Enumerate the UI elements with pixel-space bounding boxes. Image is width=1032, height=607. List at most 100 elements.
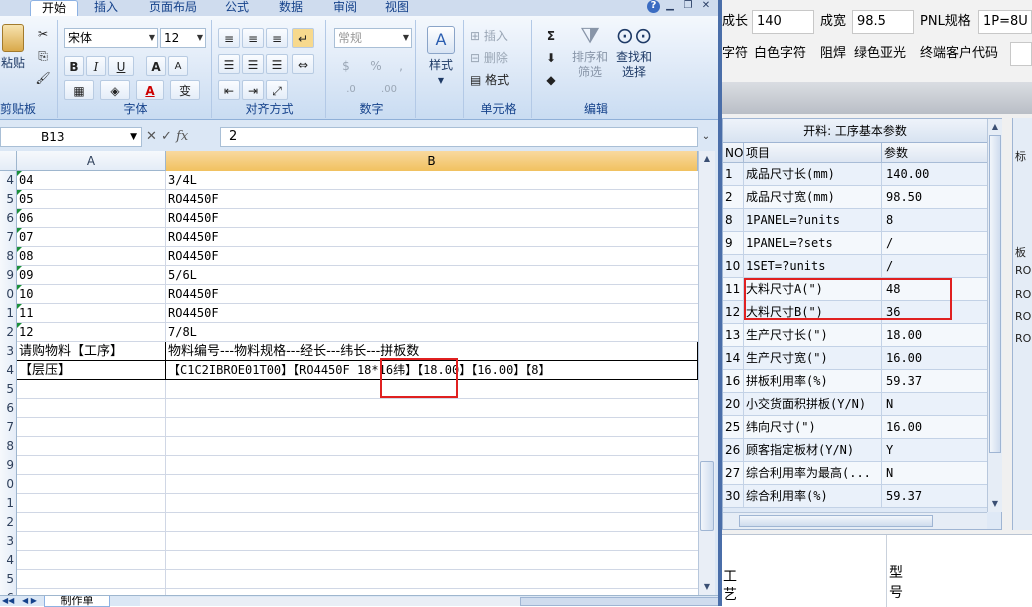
- row-header[interactable]: 5: [0, 380, 17, 399]
- scrollbar-thumb[interactable]: [989, 135, 1001, 453]
- cell-a[interactable]: [17, 532, 166, 551]
- fill-icon[interactable]: ⬇: [538, 48, 564, 68]
- find-select-button[interactable]: ⊙⊙ 查找和选择: [614, 24, 654, 80]
- legend-value[interactable]: 白色字符: [754, 44, 806, 64]
- cell-a[interactable]: [17, 399, 166, 418]
- cell-b[interactable]: [166, 456, 698, 475]
- copy-icon[interactable]: ⎘: [34, 46, 52, 66]
- param-row[interactable]: 14 生产尺寸宽(") 16.00: [723, 347, 987, 370]
- param-value[interactable]: /: [881, 232, 987, 255]
- panel-vertical-scrollbar[interactable]: ▲ ▼: [987, 119, 1002, 512]
- param-row[interactable]: 27 综合利用率为最高(... N: [723, 462, 987, 485]
- param-row[interactable]: 26 顾客指定板材(Y/N) Y: [723, 439, 987, 462]
- cell-a[interactable]: 08: [17, 247, 166, 266]
- font-color-button[interactable]: A: [136, 80, 164, 100]
- cell-a[interactable]: 04: [17, 171, 166, 190]
- param-value[interactable]: N: [881, 393, 987, 416]
- horizontal-scrollbar[interactable]: [140, 597, 750, 606]
- cell-b[interactable]: [166, 399, 698, 418]
- align-left-icon[interactable]: ☰: [218, 54, 240, 74]
- row-header[interactable]: 7: [0, 228, 17, 247]
- wrap-text-icon[interactable]: ↵: [292, 28, 314, 48]
- currency-icon[interactable]: $: [334, 56, 358, 76]
- param-value[interactable]: 140.00: [881, 163, 987, 186]
- help-icon[interactable]: ?: [647, 0, 660, 13]
- cell-a[interactable]: 07: [17, 228, 166, 247]
- customer-code-field[interactable]: [1010, 42, 1032, 66]
- row-header[interactable]: 4: [0, 361, 17, 380]
- param-row[interactable]: 30 综合利用率(%) 59.37: [723, 485, 987, 508]
- decrease-decimal-button[interactable]: .00: [372, 80, 406, 100]
- row-header[interactable]: 1: [0, 304, 17, 323]
- format-painter-icon[interactable]: 🖌: [34, 68, 52, 88]
- side-item[interactable]: RO: [1015, 288, 1031, 301]
- column-header-a[interactable]: A: [17, 151, 166, 171]
- row-header[interactable]: 5: [0, 190, 17, 209]
- sheet-tab[interactable]: 制作单: [44, 596, 110, 607]
- vertical-scrollbar[interactable]: ▲ ▼: [698, 151, 715, 595]
- scrollbar-thumb[interactable]: [739, 515, 933, 527]
- expand-formula-icon[interactable]: ⌄: [699, 127, 713, 147]
- param-value[interactable]: 16.00: [881, 416, 987, 439]
- cell-a[interactable]: 12: [17, 323, 166, 342]
- align-middle-icon[interactable]: ≡: [242, 28, 264, 48]
- format-cells-button[interactable]: ▤ 格式: [470, 70, 528, 90]
- param-value[interactable]: 8: [881, 209, 987, 232]
- font-size-combo[interactable]: 12 ▼: [160, 28, 206, 48]
- row-header[interactable]: 2: [0, 323, 17, 342]
- paste-button[interactable]: 粘贴: [0, 24, 26, 71]
- tab-view[interactable]: 视图: [376, 0, 418, 16]
- param-row[interactable]: 2 成品尺寸宽(mm) 98.50: [723, 186, 987, 209]
- first-sheet-icon[interactable]: ◀◀: [2, 596, 14, 606]
- side-item[interactable]: RO: [1015, 264, 1031, 277]
- tab-formulas[interactable]: 公式: [216, 0, 258, 16]
- cell-b[interactable]: [166, 513, 698, 532]
- side-item[interactable]: RO: [1015, 310, 1031, 323]
- cell-a[interactable]: 【层压】: [17, 361, 166, 380]
- underline-button[interactable]: U: [108, 56, 134, 76]
- row-header[interactable]: 7: [0, 418, 17, 437]
- tab-review[interactable]: 审阅: [324, 0, 366, 16]
- cell-a[interactable]: 06: [17, 209, 166, 228]
- cancel-icon[interactable]: ✕: [146, 129, 157, 144]
- cell-b[interactable]: RO4450F: [166, 285, 698, 304]
- row-header[interactable]: 8: [0, 247, 17, 266]
- cell-a[interactable]: [17, 437, 166, 456]
- param-row[interactable]: 1 成品尺寸长(mm) 140.00: [723, 163, 987, 186]
- cell-a[interactable]: 请购物料【工序】: [17, 342, 166, 361]
- length-field[interactable]: 140: [752, 10, 814, 34]
- align-top-icon[interactable]: ≡: [218, 28, 240, 48]
- param-row[interactable]: 9 1PANEL=?sets /: [723, 232, 987, 255]
- phonetic-button[interactable]: 变: [170, 80, 200, 100]
- percent-button[interactable]: %: [364, 56, 388, 76]
- tab-insert[interactable]: 插入: [84, 0, 128, 16]
- grow-font-button[interactable]: A: [146, 56, 166, 76]
- cell-b[interactable]: RO4450F: [166, 304, 698, 323]
- cell-a[interactable]: 11: [17, 304, 166, 323]
- cell-b[interactable]: RO4450F: [166, 209, 698, 228]
- orientation-icon[interactable]: ⤢: [266, 80, 288, 100]
- panel-horizontal-scrollbar[interactable]: [723, 512, 987, 529]
- row-header[interactable]: 0: [0, 475, 17, 494]
- scroll-down-icon[interactable]: ▼: [988, 496, 1002, 512]
- param-value[interactable]: N: [881, 462, 987, 485]
- cell-a[interactable]: [17, 494, 166, 513]
- styles-button[interactable]: A 样式 ▼: [422, 26, 460, 88]
- cell-a[interactable]: 10: [17, 285, 166, 304]
- tab-data[interactable]: 数据: [270, 0, 312, 16]
- cell-b[interactable]: RO4450F: [166, 228, 698, 247]
- minimize-icon[interactable]: ▁: [662, 0, 678, 13]
- number-format-combo[interactable]: 常规 ▼: [334, 28, 412, 48]
- column-header-b[interactable]: B: [166, 151, 698, 171]
- formula-input[interactable]: 2: [220, 127, 698, 147]
- cell-b[interactable]: [166, 437, 698, 456]
- param-row[interactable]: 13 生产尺寸长(") 18.00: [723, 324, 987, 347]
- font-name-combo[interactable]: 宋体 ▼: [64, 28, 158, 48]
- width-field[interactable]: 98.5: [852, 10, 914, 34]
- cell-a[interactable]: [17, 513, 166, 532]
- row-header[interactable]: 9: [0, 266, 17, 285]
- name-box[interactable]: B13 ▼: [0, 127, 142, 147]
- increase-decimal-button[interactable]: .0: [334, 80, 368, 100]
- param-value[interactable]: 16.00: [881, 347, 987, 370]
- scroll-up-icon[interactable]: ▲: [699, 151, 715, 167]
